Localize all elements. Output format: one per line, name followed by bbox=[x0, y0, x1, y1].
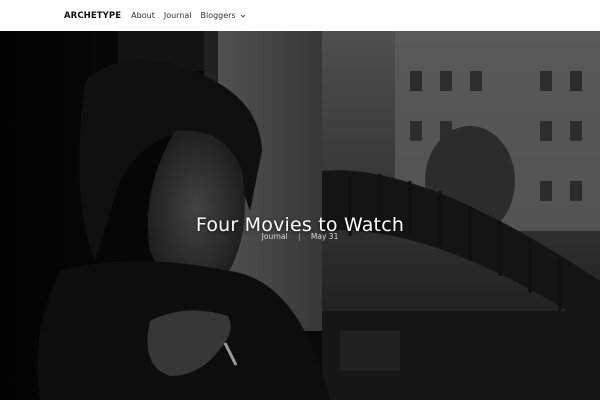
nav-link-about-label: About bbox=[131, 11, 155, 20]
nav-link-journal-label: Journal bbox=[163, 11, 192, 20]
chevron-down-icon bbox=[240, 14, 245, 18]
meta-separator: | bbox=[297, 232, 301, 241]
nav-link-about[interactable]: About bbox=[131, 11, 155, 20]
top-navigation: ARCHETYPE About Journal Bloggers bbox=[0, 0, 600, 31]
nav-link-bloggers-label: Bloggers bbox=[200, 11, 236, 20]
post-meta: Journal | May 31 bbox=[0, 232, 600, 241]
nav-dropdown-bloggers[interactable]: Bloggers bbox=[201, 11, 246, 20]
hero-banner[interactable]: Four Movies to Watch Journal | May 31 bbox=[0, 31, 600, 400]
nav-link-journal[interactable]: Journal bbox=[164, 11, 192, 20]
post-category-link[interactable]: Journal bbox=[262, 232, 288, 241]
post-date: May 31 bbox=[310, 232, 339, 241]
site-logo[interactable]: ARCHETYPE bbox=[64, 11, 121, 21]
